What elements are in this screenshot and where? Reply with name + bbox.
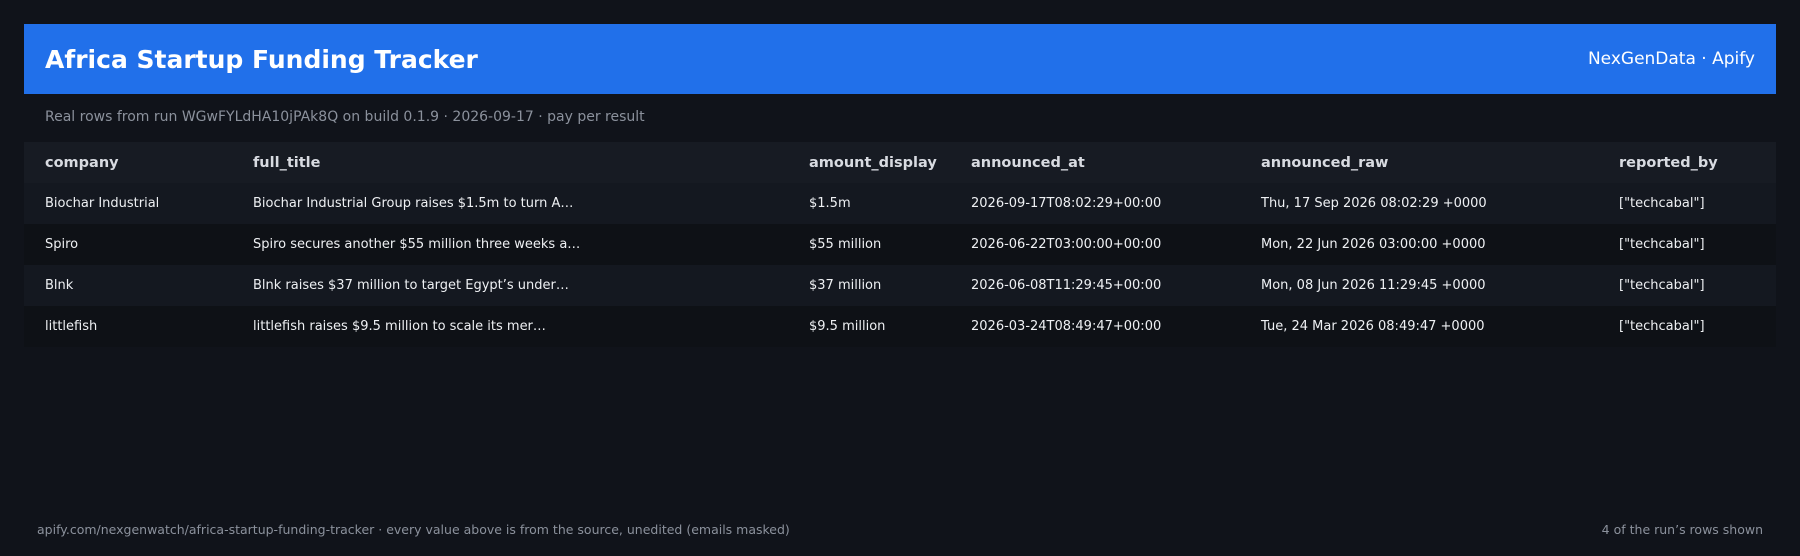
cell-amount-display: $9.5 million	[809, 319, 886, 334]
cell-reported-by: ["techcabal"]	[1619, 196, 1705, 211]
column-header-amount-display[interactable]: amount_display	[788, 142, 950, 183]
column-header-reported-by[interactable]: reported_by	[1598, 142, 1776, 183]
rows-shown-count: 4 of the run’s rows shown	[1601, 522, 1763, 537]
cell-amount-display: $1.5m	[809, 196, 851, 211]
cell-full-title: Blnk raises $37 million to target Egypt’…	[253, 278, 569, 293]
column-header-announced-raw[interactable]: announced_raw	[1240, 142, 1598, 183]
cell-reported-by: ["techcabal"]	[1619, 237, 1705, 252]
cell-full-title: littlefish raises $9.5 million to scale …	[253, 319, 546, 334]
cell-announced-raw: Mon, 22 Jun 2026 03:00:00 +0000	[1261, 237, 1486, 252]
table-row[interactable]: Blnk Blnk raises $37 million to target E…	[24, 265, 1776, 306]
results-table: company full_title amount_display announ…	[24, 142, 1776, 347]
cell-company: littlefish	[45, 319, 98, 334]
cell-amount-display: $55 million	[809, 237, 882, 252]
cell-company: Spiro	[45, 237, 79, 252]
table-header-row: company full_title amount_display announ…	[24, 142, 1776, 183]
column-header-full-title[interactable]: full_title	[232, 142, 788, 183]
table-row[interactable]: littlefish littlefish raises $9.5 millio…	[24, 306, 1776, 347]
cell-company: Blnk	[45, 278, 74, 293]
page-title: Africa Startup Funding Tracker	[45, 44, 478, 74]
cell-amount-display: $37 million	[809, 278, 882, 293]
cell-full-title: Biochar Industrial Group raises $1.5m to…	[253, 196, 574, 211]
column-header-company[interactable]: company	[24, 142, 232, 183]
cell-announced-at: 2026-06-08T11:29:45+00:00	[971, 278, 1162, 293]
run-info-subtitle: Real rows from run WGwFYLdHA10jPAk8Q on …	[45, 109, 645, 125]
cell-announced-at: 2026-03-24T08:49:47+00:00	[971, 319, 1162, 334]
brand-label: NexGenData · Apify	[1587, 49, 1755, 69]
cell-announced-raw: Thu, 17 Sep 2026 08:02:29 +0000	[1261, 196, 1487, 211]
cell-reported-by: ["techcabal"]	[1619, 319, 1705, 334]
header-bar: Africa Startup Funding Tracker NexGenDat…	[24, 24, 1776, 94]
source-url-footer: apify.com/nexgenwatch/africa-startup-fun…	[37, 522, 790, 537]
page: Africa Startup Funding Tracker NexGenDat…	[0, 0, 1800, 556]
table-row[interactable]: Biochar Industrial Biochar Industrial Gr…	[24, 183, 1776, 224]
table-row[interactable]: Spiro Spiro secures another $55 million …	[24, 224, 1776, 265]
cell-reported-by: ["techcabal"]	[1619, 278, 1705, 293]
cell-announced-at: 2026-06-22T03:00:00+00:00	[971, 237, 1162, 252]
cell-announced-raw: Tue, 24 Mar 2026 08:49:47 +0000	[1261, 319, 1485, 334]
cell-announced-raw: Mon, 08 Jun 2026 11:29:45 +0000	[1261, 278, 1486, 293]
cell-announced-at: 2026-09-17T08:02:29+00:00	[971, 196, 1162, 211]
cell-full-title: Spiro secures another $55 million three …	[253, 237, 581, 252]
cell-company: Biochar Industrial	[45, 196, 160, 211]
column-header-announced-at[interactable]: announced_at	[950, 142, 1240, 183]
